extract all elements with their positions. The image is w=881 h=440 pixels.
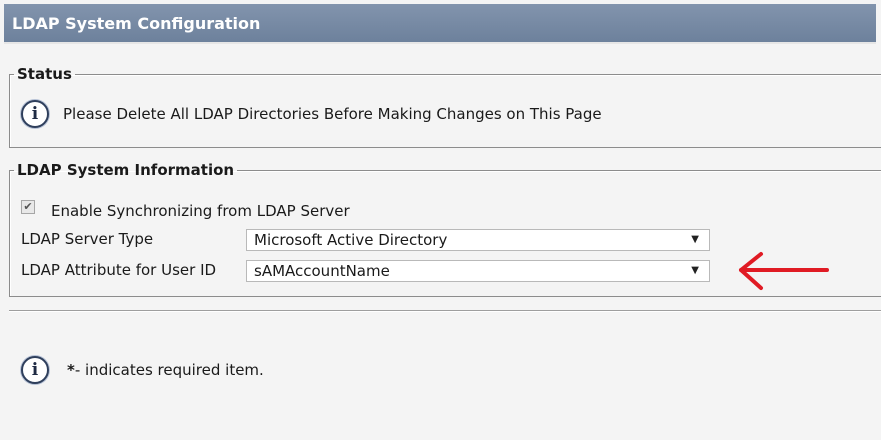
- user-id-attribute-label: LDAP Attribute for User ID: [21, 261, 217, 279]
- ldap-system-information-legend: LDAP System Information: [17, 161, 235, 179]
- server-type-value: Microsoft Active Directory: [254, 231, 448, 249]
- title-bar: LDAP System Configuration: [4, 4, 876, 44]
- user-id-attribute-value: sAMAccountName: [254, 262, 390, 280]
- red-arrow-annotation: [739, 252, 829, 290]
- divider: [9, 310, 881, 312]
- dropdown-arrow-icon: ▼: [691, 234, 699, 245]
- server-type-label: LDAP Server Type: [21, 230, 154, 248]
- user-id-attribute-select[interactable]: sAMAccountName ▼: [246, 260, 710, 282]
- enable-sync-label: Enable Synchronizing from LDAP Server: [51, 202, 350, 220]
- status-legend: Status: [17, 65, 72, 83]
- server-type-select[interactable]: Microsoft Active Directory ▼: [246, 229, 710, 251]
- required-marker: *: [67, 361, 75, 379]
- required-note-text: - indicates required item.: [74, 361, 264, 379]
- status-message: Please Delete All LDAP Directories Befor…: [63, 105, 602, 123]
- enable-sync-checkbox[interactable]: ✔: [21, 200, 35, 214]
- dropdown-arrow-icon: ▼: [691, 265, 699, 276]
- info-icon: i: [21, 100, 49, 128]
- page-title: LDAP System Configuration: [12, 14, 261, 33]
- info-icon: i: [21, 356, 49, 384]
- required-note: *- indicates required item.: [67, 361, 264, 379]
